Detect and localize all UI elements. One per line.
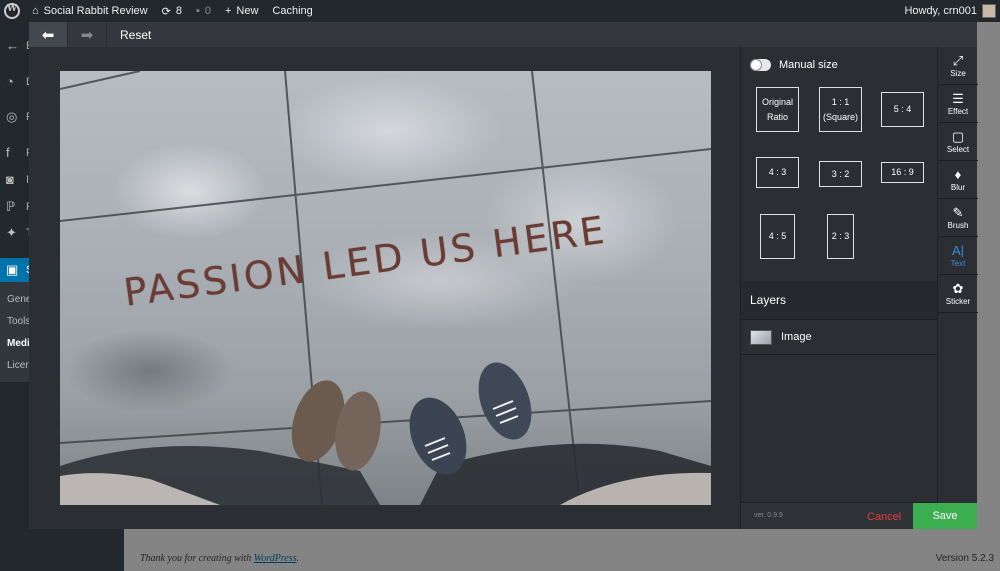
submenu-item-current[interactable]: Medi — [7, 338, 30, 349]
tool-effect[interactable]: ☰ Effect — [938, 85, 978, 123]
tool-sticker[interactable]: ✿ Sticker — [938, 275, 978, 313]
account-menu[interactable]: Howdy, crn001 — [904, 0, 996, 22]
ratio-3-2-button[interactable]: 3 : 2 — [819, 161, 862, 187]
tool-text[interactable]: A| Text — [938, 237, 978, 275]
instagram-icon: ◙ — [6, 172, 14, 187]
caching-link[interactable]: Caching — [272, 5, 312, 17]
size-icon: ⤢ — [952, 52, 964, 68]
text-icon: A| — [951, 242, 965, 258]
tool-strip: ⤢ Size ☰ Effect ▢ Select ♦ Blur ✎ Brush A| Tex… — [937, 47, 978, 529]
image-editor: ⬅ ➡ Reset PASSION LED US HERE Manual siz… — [29, 22, 978, 529]
tool-brush[interactable]: ✎ Brush — [938, 199, 978, 237]
plus-icon: + — [224, 5, 232, 17]
cancel-button[interactable]: Cancel — [867, 511, 901, 523]
redo-arrow-icon: ➡ — [80, 26, 94, 44]
pinterest-icon: ℙ — [6, 199, 16, 214]
site-name-link[interactable]: ⌂ Social Rabbit Review — [32, 5, 148, 17]
facebook-icon: f — [6, 145, 10, 160]
sidebar-item-instagram[interactable]: ◙ I — [6, 172, 29, 187]
home-icon: ⌂ — [32, 5, 39, 17]
ratio-4-5-button[interactable]: 4 : 5 — [760, 214, 795, 259]
posts-icon: ◎ — [6, 109, 18, 124]
redo-button[interactable]: ➡ — [68, 22, 107, 47]
undo-arrow-icon: ⬅ — [41, 26, 55, 44]
admin-bar: ⌂ Social Rabbit Review ⟳ 8 ▪ 0 + New Cac… — [0, 0, 1000, 22]
comments-icon: ▪ — [195, 5, 200, 17]
ratio-4-3-button[interactable]: 4 : 3 — [756, 157, 799, 188]
new-content-link[interactable]: + New — [225, 5, 258, 17]
ratio-2-3-button[interactable]: 2 : 3 — [827, 214, 854, 259]
manual-size-toggle[interactable] — [750, 59, 771, 71]
editor-toolbar: ⬅ ➡ Reset — [29, 22, 977, 47]
updates-icon: ⟳ — [161, 5, 171, 18]
reset-button[interactable]: Reset — [107, 22, 151, 47]
plugin-icon: ▣ — [6, 262, 19, 277]
dashboard-icon: ◔ — [6, 74, 14, 89]
twitter-icon: ✦ — [6, 225, 17, 240]
submenu-item[interactable]: Tools — [7, 316, 30, 327]
tool-select[interactable]: ▢ Select — [938, 123, 978, 161]
layer-item-image[interactable]: Image — [741, 319, 938, 355]
manual-size-control[interactable]: Manual size — [750, 59, 838, 71]
undo-button[interactable]: ⬅ — [29, 22, 68, 47]
save-button[interactable]: Save — [913, 503, 977, 529]
tool-blur[interactable]: ♦ Blur — [938, 161, 978, 199]
ratio-5-4-button[interactable]: 5 : 4 — [881, 92, 924, 127]
updates-link[interactable]: ⟳ 8 — [162, 5, 182, 18]
effect-icon: ☰ — [952, 90, 964, 106]
submenu-item[interactable]: Gene — [7, 294, 31, 305]
submenu-item[interactable]: Licen — [7, 360, 31, 371]
select-icon: ▢ — [951, 128, 965, 144]
editor-canvas: PASSION LED US HERE — [29, 47, 740, 529]
ratio-original-button[interactable]: Original Ratio — [756, 87, 799, 132]
panel-footer: ver. 0.9.9 Cancel — [741, 502, 938, 529]
version-label: ver. 0.9.9 — [754, 512, 783, 519]
avatar — [982, 4, 996, 18]
layers-title: Layers — [741, 281, 938, 319]
sticker-icon: ✿ — [952, 280, 964, 296]
blur-icon: ♦ — [954, 166, 962, 182]
comments-link[interactable]: ▪ 0 — [196, 5, 211, 17]
editable-photo[interactable]: PASSION LED US HERE — [60, 71, 711, 505]
wordpress-logo-icon[interactable] — [4, 3, 20, 19]
ratio-square-button[interactable]: 1 : 1 (Square) — [819, 87, 862, 132]
ratio-16-9-button[interactable]: 16 : 9 — [881, 162, 924, 183]
layer-thumbnail — [750, 329, 772, 345]
brush-icon: ✎ — [952, 204, 964, 220]
tool-size[interactable]: ⤢ Size — [938, 47, 978, 85]
settings-panel: Manual size Original Ratio 1 : 1 (Square… — [740, 47, 938, 529]
